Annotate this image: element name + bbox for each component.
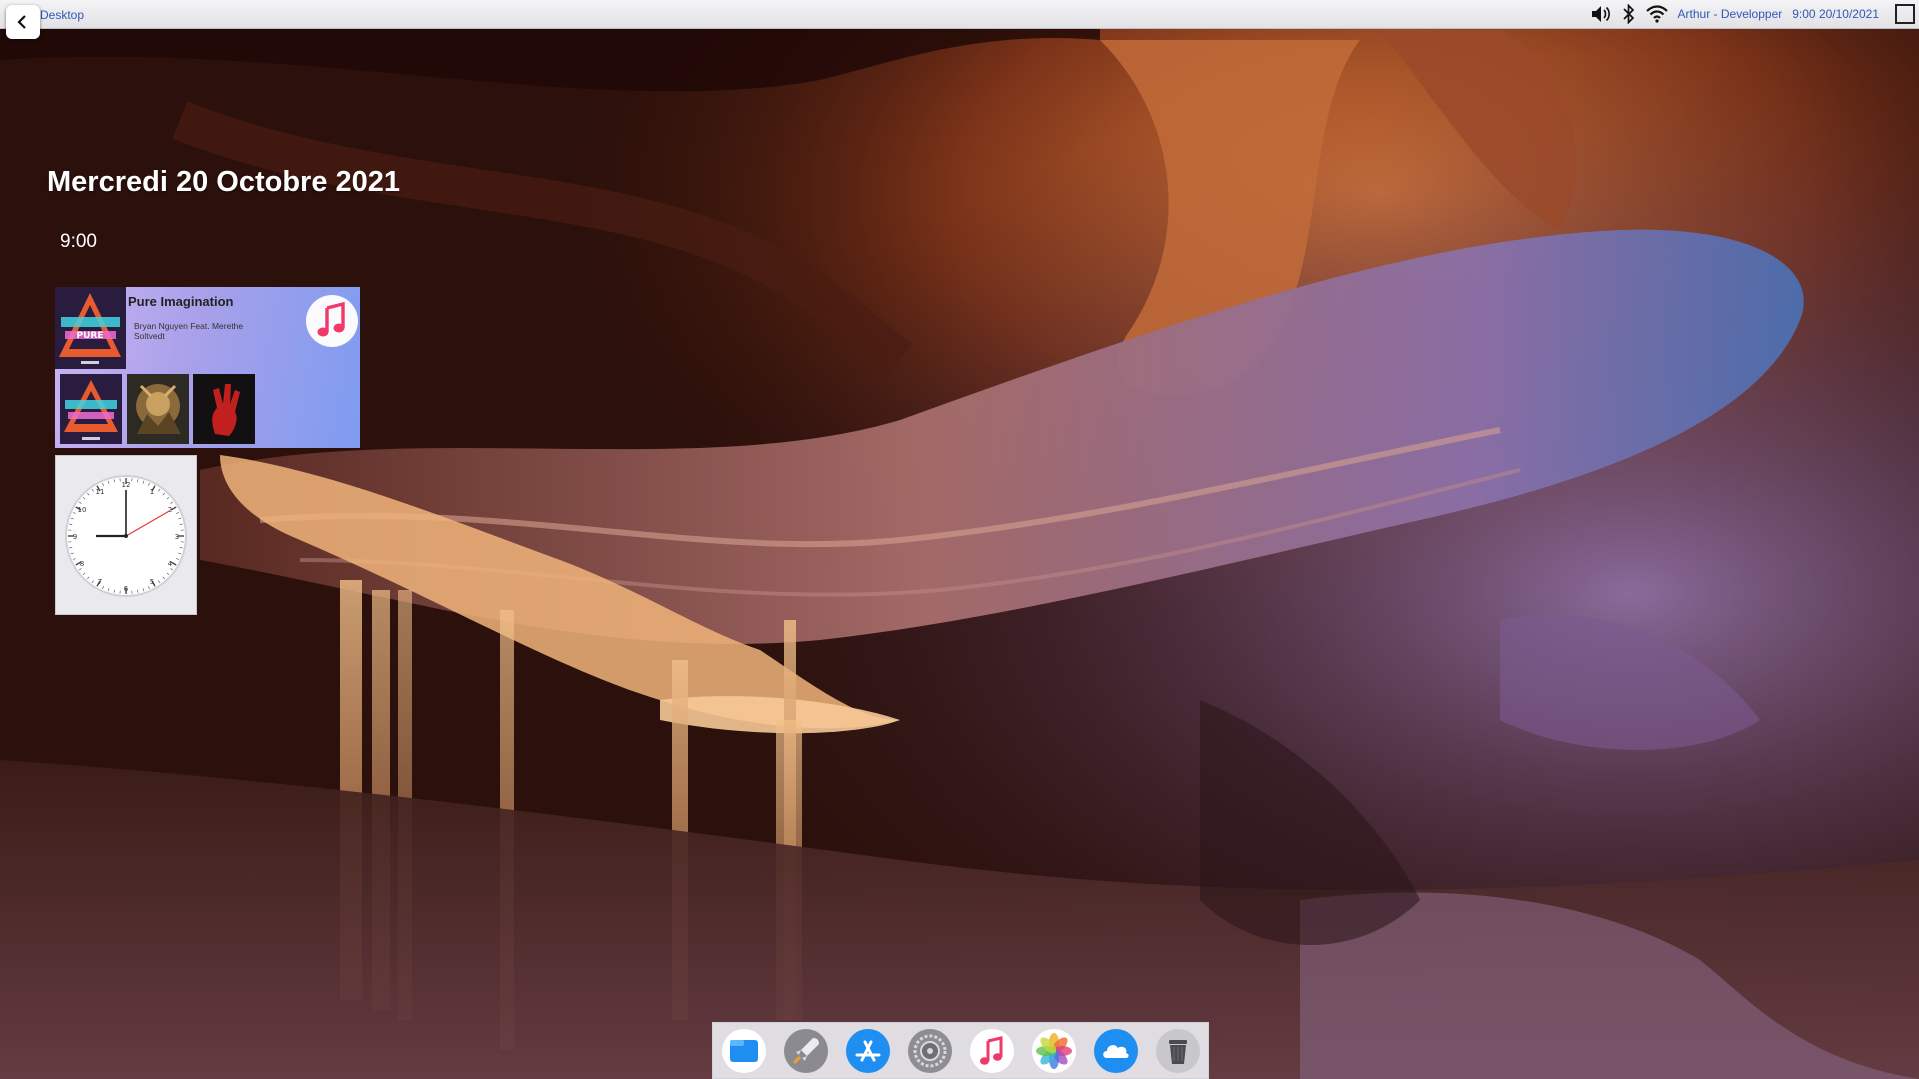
time-display: 9:00 xyxy=(60,231,97,252)
music-icon[interactable] xyxy=(968,1027,1016,1075)
wifi-icon[interactable] xyxy=(1645,5,1668,23)
icloud-icon[interactable] xyxy=(1092,1027,1140,1075)
svg-text:10: 10 xyxy=(78,506,87,514)
track-title: Pure Imagination xyxy=(128,294,234,309)
volume-icon[interactable] xyxy=(1590,4,1612,24)
svg-text:PURE: PURE xyxy=(77,331,104,341)
window-toggle-button[interactable] xyxy=(1895,4,1915,24)
music-widget[interactable]: PURE Pure Imagination Bryan Nguyen Feat.… xyxy=(55,287,360,448)
svg-text:7: 7 xyxy=(98,578,102,586)
album-cover-current[interactable]: PURE xyxy=(55,287,126,369)
launchpad-icon[interactable] xyxy=(782,1027,830,1075)
svg-text:1: 1 xyxy=(150,488,154,496)
svg-text:5: 5 xyxy=(150,578,154,586)
date-heading: Mercredi 20 Octobre 2021 xyxy=(47,166,401,198)
svg-text:3: 3 xyxy=(175,533,179,541)
music-app-icon[interactable] xyxy=(305,291,359,351)
app-title[interactable]: Desktop xyxy=(40,8,84,22)
dock xyxy=(712,1022,1209,1079)
svg-text:2: 2 xyxy=(168,506,172,514)
status-area: Arthur - Developper 9:00 20/10/2021 xyxy=(1590,0,1919,28)
svg-text:4: 4 xyxy=(168,560,173,568)
back-button[interactable] xyxy=(6,5,40,39)
analog-clock-face: 12 1 2 3 4 5 6 7 8 9 10 11 xyxy=(65,475,187,597)
svg-text:9: 9 xyxy=(73,533,77,541)
clock-widget[interactable]: 12 1 2 3 4 5 6 7 8 9 10 11 xyxy=(55,455,197,615)
bluetooth-icon[interactable] xyxy=(1622,4,1636,24)
user-label[interactable]: Arthur - Developper xyxy=(1678,7,1783,21)
menu-bar: Desktop Arthur - Developper 9:00 20/10/2… xyxy=(0,0,1919,39)
finder-icon[interactable] xyxy=(720,1027,768,1075)
menubar-clock[interactable]: 9:00 20/10/2021 xyxy=(1792,7,1879,21)
svg-text:11: 11 xyxy=(96,488,105,496)
trash-icon[interactable] xyxy=(1154,1027,1202,1075)
system-preferences-icon[interactable] xyxy=(906,1027,954,1075)
track-artist: Bryan Nguyen Feat. Merethe Soltvedt xyxy=(134,321,244,341)
album-thumbnail[interactable] xyxy=(193,374,255,444)
photos-icon[interactable] xyxy=(1030,1027,1078,1075)
svg-text:12: 12 xyxy=(122,481,131,489)
chevron-left-icon xyxy=(17,15,26,29)
svg-text:8: 8 xyxy=(80,560,84,568)
svg-text:6: 6 xyxy=(124,585,129,593)
album-thumbnail[interactable] xyxy=(127,374,189,444)
desktop-wallpaper xyxy=(0,0,1919,1079)
album-thumbnail[interactable] xyxy=(60,374,122,444)
app-store-icon[interactable] xyxy=(844,1027,892,1075)
